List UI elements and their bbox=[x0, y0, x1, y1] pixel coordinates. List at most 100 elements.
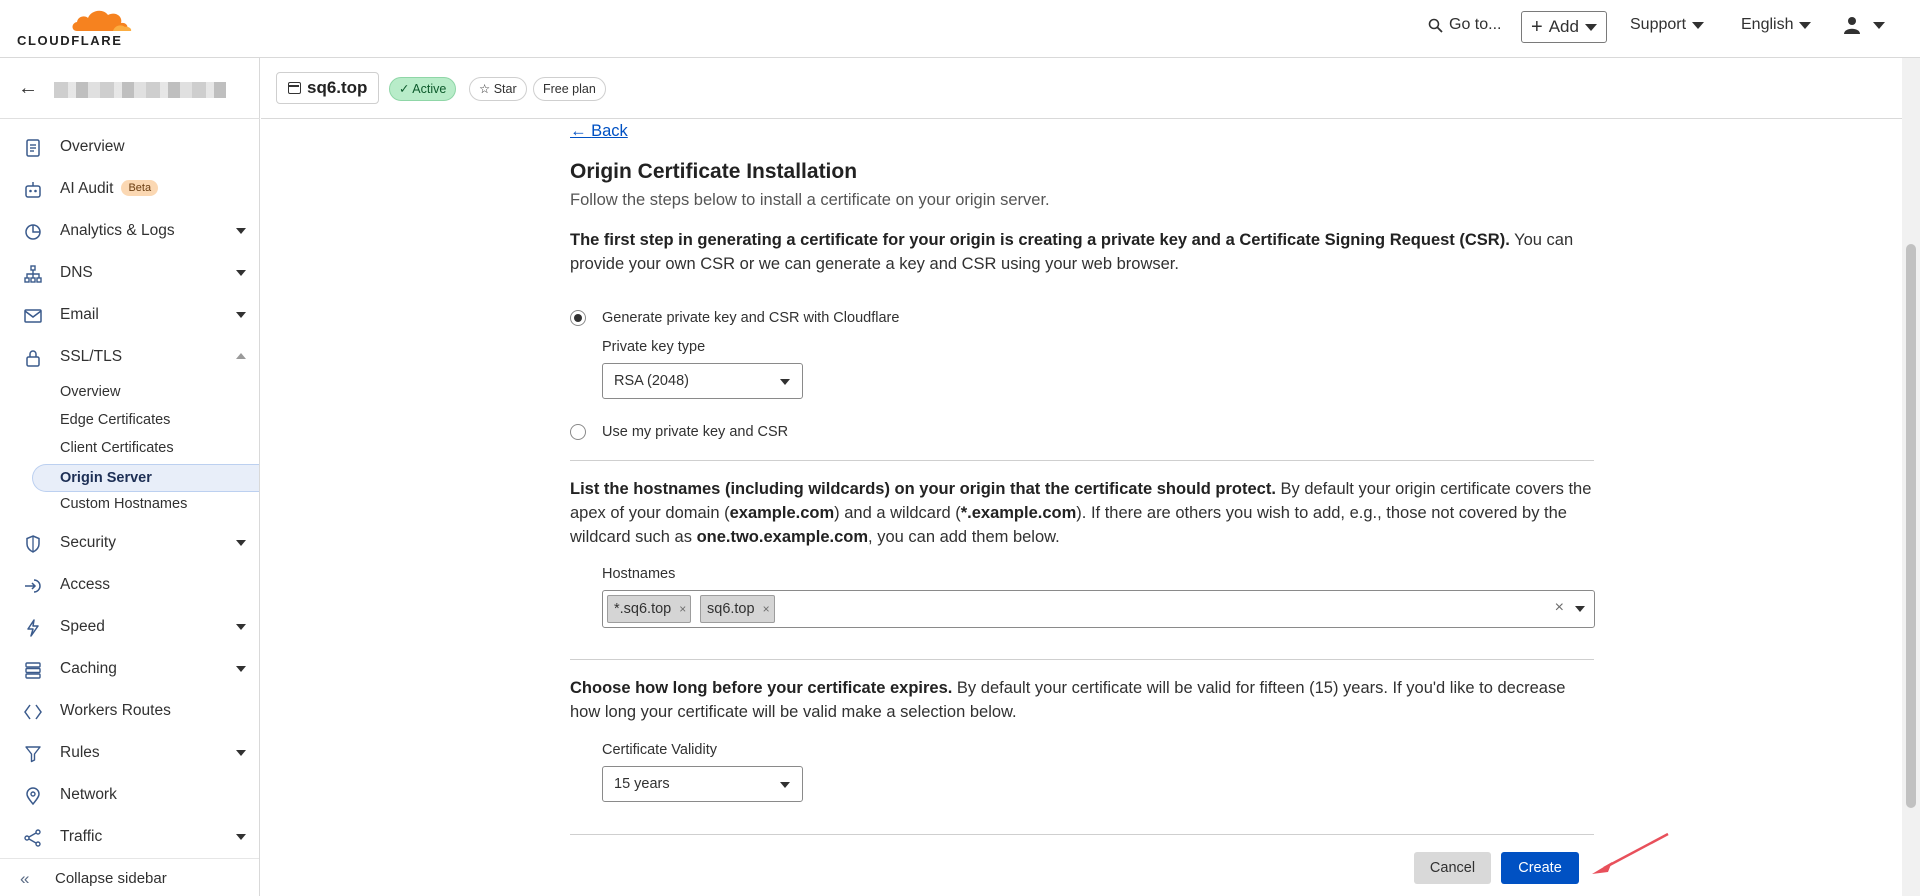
cloudflare-wordmark: CLOUDFLARE bbox=[17, 33, 123, 48]
zone-header: sq6.top ✓ Active ☆ Star Free plan bbox=[261, 58, 1920, 119]
certificate-validity-value: 15 years bbox=[614, 776, 670, 792]
plan-badge[interactable]: Free plan bbox=[533, 77, 606, 101]
page-title: Origin Certificate Installation bbox=[570, 160, 858, 183]
goto-button[interactable]: Go to... bbox=[1428, 16, 1501, 34]
sidebar-subitem-label: Origin Server bbox=[60, 470, 152, 486]
radio-unselected-icon[interactable] bbox=[570, 424, 586, 440]
hostnames-example-wildcard: *.example.com bbox=[960, 504, 1077, 522]
top-navigation: CLOUDFLARE Go to... + Add Support Englis… bbox=[0, 0, 1920, 58]
account-name-redacted bbox=[54, 82, 226, 98]
remove-tag-icon[interactable]: × bbox=[763, 602, 770, 616]
clear-all-icon[interactable]: × bbox=[1555, 599, 1564, 617]
diamond-code-icon bbox=[24, 704, 42, 720]
chevron-down-icon bbox=[236, 750, 246, 756]
csr-description: The first step in generating a certifica… bbox=[570, 228, 1600, 276]
radio-generate-csr[interactable]: Generate private key and CSR with Cloudf… bbox=[570, 310, 899, 326]
hostnames-input[interactable]: *.sq6.top × sq6.top × × bbox=[602, 590, 1595, 628]
page-scrollbar[interactable] bbox=[1902, 58, 1920, 896]
sidebar-item-access[interactable]: Access bbox=[0, 570, 259, 600]
main-content: ← Back Origin Certificate Installation F… bbox=[261, 120, 1901, 896]
server-stack-icon bbox=[25, 662, 41, 679]
status-label: Active bbox=[412, 82, 447, 96]
sidebar-item-traffic[interactable]: Traffic bbox=[0, 822, 259, 852]
chevron-down-icon bbox=[780, 782, 790, 788]
scrollbar-thumb[interactable] bbox=[1906, 244, 1916, 808]
browser-window-icon bbox=[288, 82, 301, 94]
sidebar-item-caching[interactable]: Caching bbox=[0, 654, 259, 684]
chevron-down-icon bbox=[236, 540, 246, 546]
sidebar-subitem-custom-hostnames[interactable]: Custom Hostnames bbox=[60, 496, 187, 512]
sidebar-item-dns[interactable]: DNS bbox=[0, 258, 259, 288]
page-subtitle: Follow the steps below to install a cert… bbox=[570, 191, 1050, 209]
chevron-down-icon bbox=[236, 834, 246, 840]
sidebar-item-email[interactable]: Email bbox=[0, 300, 259, 330]
hostnames-description: List the hostnames (including wildcards)… bbox=[570, 477, 1600, 549]
sidebar-item-label: Rules bbox=[60, 744, 100, 761]
access-arrow-icon bbox=[25, 579, 41, 593]
radio-generate-label: Generate private key and CSR with Cloudf… bbox=[602, 310, 900, 326]
radio-own-label: Use my private key and CSR bbox=[602, 424, 789, 440]
sidebar-item-analytics-logs[interactable]: Analytics & Logs bbox=[0, 216, 259, 246]
sidebar-item-label: Overview bbox=[60, 138, 125, 155]
back-arrow-icon[interactable]: ← bbox=[18, 77, 38, 100]
cloudflare-cloud-icon bbox=[72, 10, 132, 31]
sidebar-item-label: Traffic bbox=[60, 828, 103, 845]
sidebar-item-label: SSL/TLS bbox=[60, 348, 123, 365]
sidebar-item-security[interactable]: Security bbox=[0, 528, 259, 558]
sidebar-item-workers-routes[interactable]: Workers Routes bbox=[0, 696, 259, 726]
cloudflare-logo[interactable]: CLOUDFLARE bbox=[17, 7, 132, 48]
remove-tag-icon[interactable]: × bbox=[679, 602, 686, 616]
sidebar-subitem-client-certificates[interactable]: Client Certificates bbox=[60, 440, 174, 456]
add-button[interactable]: + Add bbox=[1521, 11, 1607, 43]
radio-selected-icon[interactable] bbox=[570, 310, 586, 326]
sidebar-subitem-edge-certificates[interactable]: Edge Certificates bbox=[60, 412, 170, 428]
hostnames-example-apex: example.com bbox=[729, 504, 835, 522]
language-menu[interactable]: English bbox=[1741, 16, 1812, 34]
hostname-tag[interactable]: sq6.top × bbox=[700, 595, 775, 623]
annotation-arrow-icon bbox=[1592, 832, 1669, 874]
sidebar-item-label: Caching bbox=[60, 660, 117, 677]
chevron-down-icon bbox=[236, 312, 246, 318]
section-divider bbox=[570, 460, 1594, 461]
plus-icon: + bbox=[1531, 16, 1543, 38]
user-menu[interactable] bbox=[1843, 16, 1885, 34]
zone-selector[interactable]: sq6.top bbox=[276, 72, 380, 104]
hostnames-text: ) and a wildcard ( bbox=[834, 504, 961, 522]
arrow-left-icon: ← bbox=[570, 122, 587, 140]
sidebar-item-label: Analytics & Logs bbox=[60, 222, 175, 239]
pie-chart-icon bbox=[25, 224, 41, 240]
support-menu[interactable]: Support bbox=[1630, 16, 1705, 34]
hostnames-text: , you can add them below. bbox=[868, 528, 1060, 546]
private-key-type-label: Private key type bbox=[602, 339, 706, 355]
sidebar-subitem-origin-server[interactable]: Origin Server bbox=[32, 464, 259, 492]
chevron-down-icon bbox=[780, 379, 790, 385]
hostname-tag[interactable]: *.sq6.top × bbox=[607, 595, 692, 623]
chevron-down-icon bbox=[236, 270, 246, 276]
private-key-type-value: RSA (2048) bbox=[614, 373, 689, 389]
private-key-type-select[interactable]: RSA (2048) bbox=[602, 363, 803, 399]
lightning-icon bbox=[27, 619, 39, 637]
sidebar-item-overview[interactable]: Overview bbox=[0, 132, 259, 162]
sidebar-item-label: Network bbox=[60, 786, 117, 803]
chevron-down-icon[interactable] bbox=[1575, 606, 1585, 612]
account-switcher[interactable]: ← bbox=[0, 58, 260, 119]
sidebar-item-speed[interactable]: Speed bbox=[0, 612, 259, 642]
sidebar-item-ssl-tls[interactable]: SSL/TLS bbox=[0, 342, 259, 372]
sidebar-item-ai-audit[interactable]: AI Audit Beta bbox=[0, 174, 259, 204]
cancel-button[interactable]: Cancel bbox=[1414, 852, 1491, 884]
back-link[interactable]: ← Back bbox=[570, 122, 628, 141]
hostname-tag-label: sq6.top bbox=[707, 601, 755, 617]
chevron-down-icon bbox=[236, 624, 246, 630]
sidebar-item-network[interactable]: Network bbox=[0, 780, 259, 810]
sidebar-subitem-overview[interactable]: Overview bbox=[60, 384, 120, 400]
chevron-down-icon bbox=[1799, 21, 1812, 29]
collapse-sidebar-button[interactable]: « Collapse sidebar bbox=[0, 858, 259, 896]
radio-own-csr[interactable]: Use my private key and CSR bbox=[570, 424, 788, 440]
sidebar-item-label: AI Audit bbox=[60, 180, 114, 197]
share-nodes-icon bbox=[24, 829, 41, 847]
sidebar-item-rules[interactable]: Rules bbox=[0, 738, 259, 768]
star-label: Star bbox=[493, 82, 517, 96]
create-button[interactable]: Create bbox=[1501, 852, 1579, 884]
star-button[interactable]: ☆ Star bbox=[469, 77, 527, 101]
certificate-validity-select[interactable]: 15 years bbox=[602, 766, 803, 802]
